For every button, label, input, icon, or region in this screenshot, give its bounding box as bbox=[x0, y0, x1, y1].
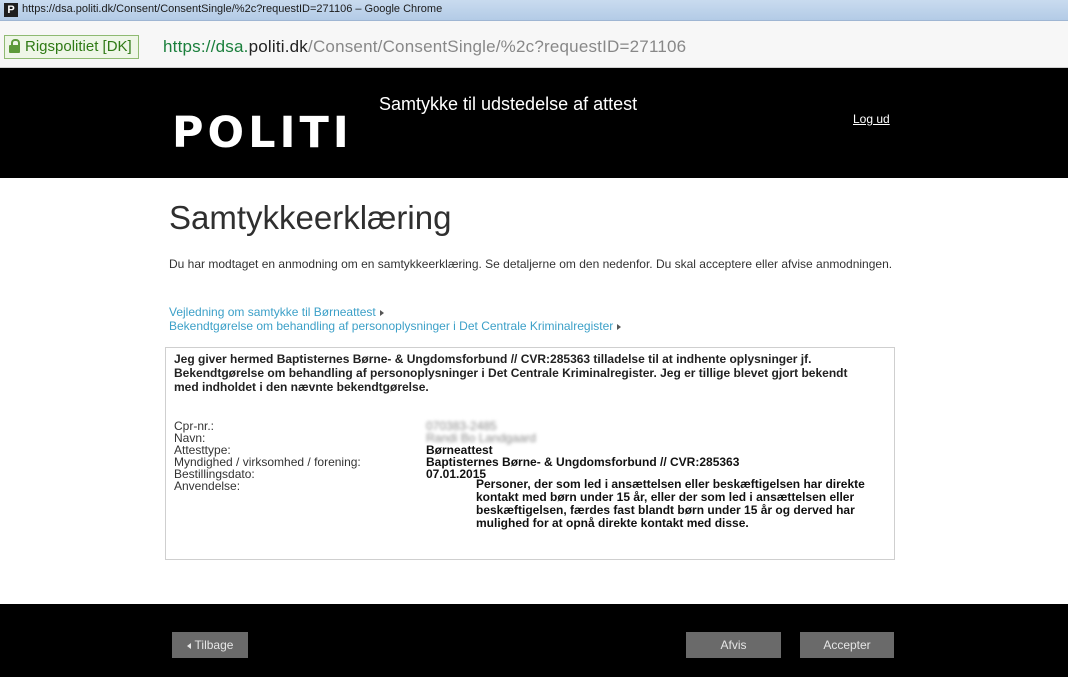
url-host: dsa. bbox=[215, 37, 249, 56]
url-scheme: https:// bbox=[163, 37, 216, 56]
reject-button[interactable]: Afvis bbox=[686, 632, 781, 658]
intro-text: Du har modtaget en anmodning om en samty… bbox=[169, 257, 893, 271]
url-path: /Consent/ConsentSingle/%2c?requestID=271… bbox=[308, 37, 687, 56]
back-button-label: Tilbage bbox=[194, 638, 234, 652]
window-titlebar: P https://dsa.politi.dk/Consent/ConsentS… bbox=[0, 0, 1068, 21]
politi-logo[interactable]: POLITI bbox=[172, 108, 353, 158]
regulation-link-label: Bekendtgørelse om behandling af personop… bbox=[169, 319, 614, 333]
arrow-right-icon bbox=[379, 309, 384, 316]
url-field[interactable]: https://dsa.politi.dk/Consent/ConsentSin… bbox=[163, 37, 686, 57]
use-label: Anvendelse: bbox=[174, 479, 241, 493]
footer-bar bbox=[0, 604, 1068, 677]
arrow-left-icon bbox=[186, 642, 191, 649]
back-button[interactable]: Tilbage bbox=[172, 632, 248, 658]
address-bar[interactable]: Rigspolitiet [DK] https://dsa.politi.dk/… bbox=[0, 21, 1068, 68]
site-header bbox=[0, 68, 1068, 178]
lock-icon bbox=[9, 39, 20, 53]
consent-box: Jeg giver hermed Baptisternes Børne- & U… bbox=[165, 347, 895, 560]
window-title: https://dsa.politi.dk/Consent/ConsentSin… bbox=[22, 3, 443, 15]
regulation-link[interactable]: Bekendtgørelse om behandling af personop… bbox=[169, 319, 622, 333]
arrow-right-icon bbox=[617, 323, 622, 330]
page-title: Samtykkeerklæring bbox=[169, 199, 452, 236]
guidance-link-label: Vejledning om samtykke til Børneattest bbox=[169, 305, 376, 319]
use-value: Personer, der som led i ansættelsen elle… bbox=[476, 477, 865, 530]
logout-link[interactable]: Log ud bbox=[853, 112, 890, 126]
security-label: Rigspolitiet [DK] bbox=[25, 38, 132, 55]
security-indicator[interactable]: Rigspolitiet [DK] bbox=[4, 35, 139, 59]
accept-button[interactable]: Accepter bbox=[800, 632, 894, 658]
politi-favicon-icon: P bbox=[4, 3, 18, 17]
guidance-link[interactable]: Vejledning om samtykke til Børneattest bbox=[169, 305, 384, 319]
header-title: Samtykke til udstedelse af attest bbox=[379, 94, 638, 114]
url-domain: politi.dk bbox=[248, 37, 309, 56]
consent-statement: Jeg giver hermed Baptisternes Børne- & U… bbox=[174, 352, 848, 394]
